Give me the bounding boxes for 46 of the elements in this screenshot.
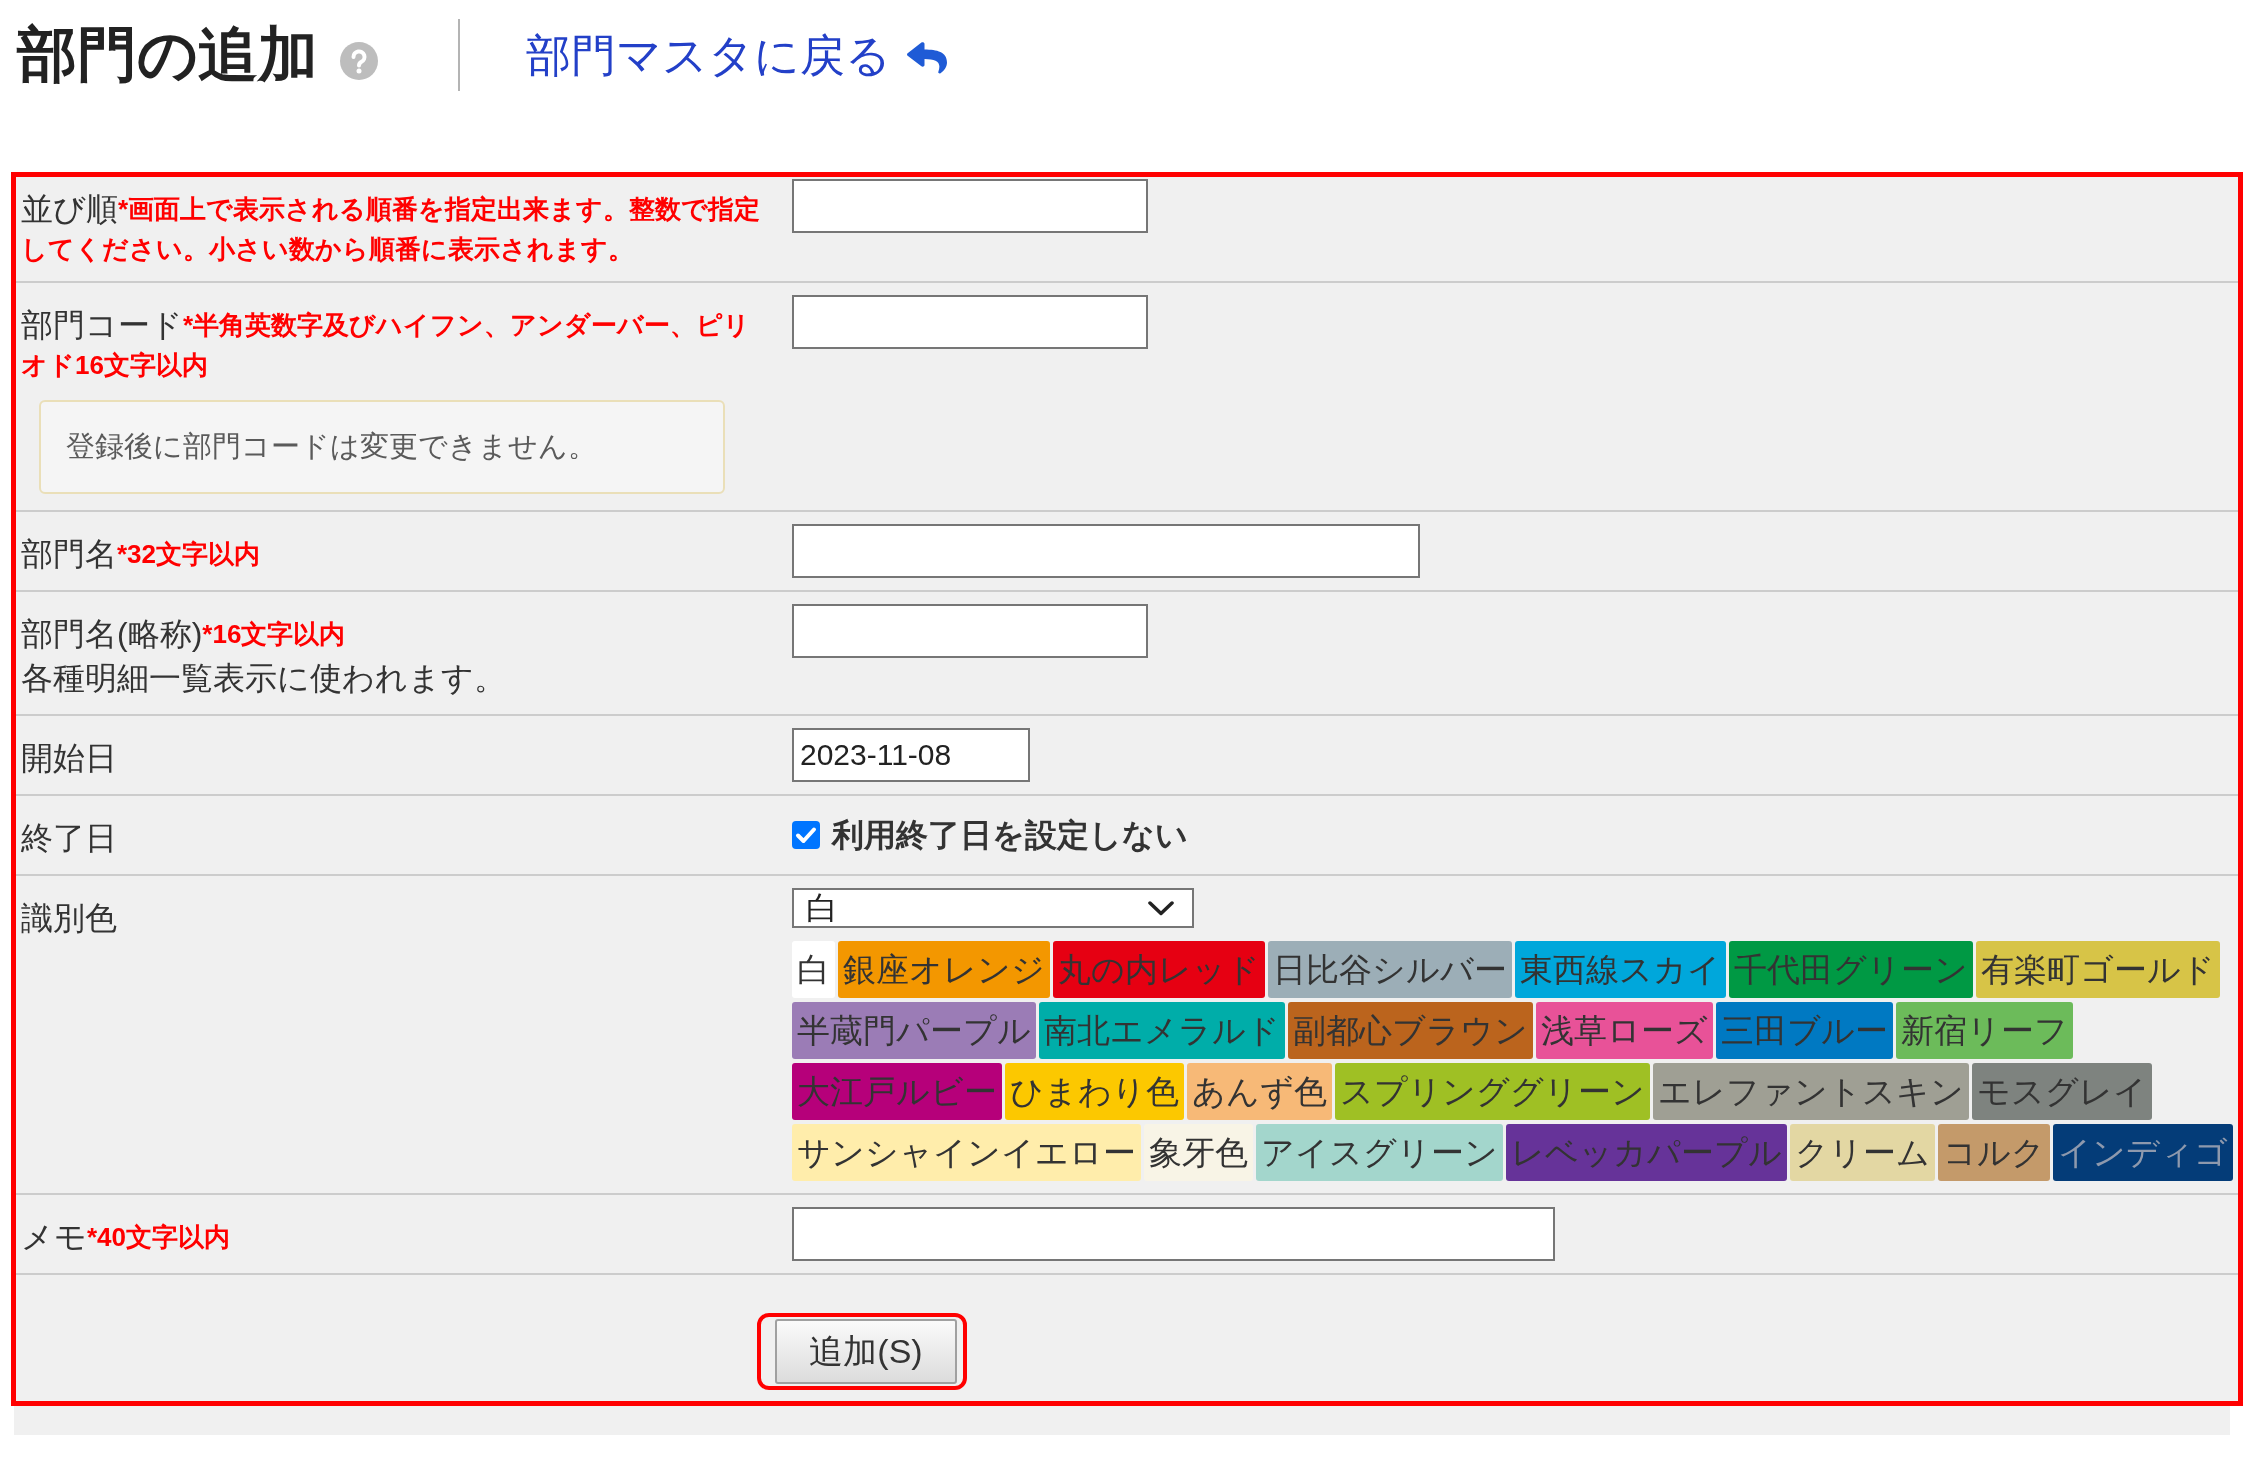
color-option[interactable]: 日比谷シルバー [1268,941,1512,998]
color-option[interactable]: 南北エメラルド [1039,1002,1285,1059]
info-notice: 登録後に部門コードは変更できません。 [39,400,725,494]
input-field[interactable] [792,179,1148,233]
color-option[interactable]: 有楽町ゴールド [1976,941,2220,998]
color-option[interactable]: スプリンググリーン [1335,1063,1650,1120]
chevron-down-icon [1148,900,1174,916]
color-option[interactable]: 白 [792,941,835,998]
color-option[interactable]: ひまわり色 [1005,1063,1184,1120]
color-option[interactable]: 東西線スカイ [1515,941,1726,998]
color-option[interactable]: エレファントスキン [1653,1063,1969,1120]
color-option[interactable]: アイスグリーン [1256,1124,1503,1181]
color-option[interactable]: 象牙色 [1144,1124,1253,1181]
color-option[interactable]: サンシャインイエロー [792,1124,1141,1181]
color-option[interactable]: クリーム [1790,1124,1935,1181]
color-option[interactable]: 銀座オレンジ [838,941,1050,998]
field-label: メモ*40文字以内 [21,1218,231,1257]
input-field[interactable] [792,524,1420,578]
color-option[interactable]: コルク [1938,1124,2050,1181]
field-label: 部門名(略称)*16文字以内 [21,615,346,654]
color-option[interactable]: 半蔵門パープル [792,1002,1036,1059]
input-field[interactable] [792,1207,1555,1261]
field-label: 開始日 [21,739,117,778]
color-select[interactable]: 白 [792,888,1194,928]
date-field[interactable]: 2023-11-08 [792,728,1030,782]
curved-arrow-icon [907,42,947,74]
field-label: 部門コード*半角英数字及びハイフン、アンダーバー、ピリオド16文字以内 [21,306,752,382]
color-option[interactable]: 千代田グリーン [1729,941,1973,998]
input-field[interactable] [792,295,1148,349]
field-description: 各種明細一覧表示に使われます。 [21,659,506,698]
field-label: 部門名*32文字以内 [21,535,261,574]
checkbox[interactable] [792,821,820,849]
color-option[interactable]: 浅草ローズ [1536,1002,1713,1059]
field-label: 終了日 [21,819,117,858]
color-option[interactable]: 副都心ブラウン [1288,1002,1533,1059]
page-title: 部門の追加 [17,25,318,85]
color-option[interactable]: モスグレイ [1972,1063,2152,1120]
field-label: 並び順*画面上で表示される順番を指定出来ます。整数で指定してください。小さい数から順番に表示されます。 [21,190,761,266]
color-option[interactable]: インディゴ [2053,1124,2233,1181]
back-link[interactable]: 部門マスタに戻る [526,32,947,78]
input-field[interactable] [792,604,1148,658]
checkbox-label[interactable]: 利用終了日を設定しない [832,815,1188,855]
field-label: 識別色 [21,899,117,938]
color-option[interactable]: 新宿リーフ [1896,1002,2073,1059]
color-option[interactable]: あんず色 [1187,1063,1332,1120]
add-button[interactable]: 追加(S) [775,1319,957,1384]
